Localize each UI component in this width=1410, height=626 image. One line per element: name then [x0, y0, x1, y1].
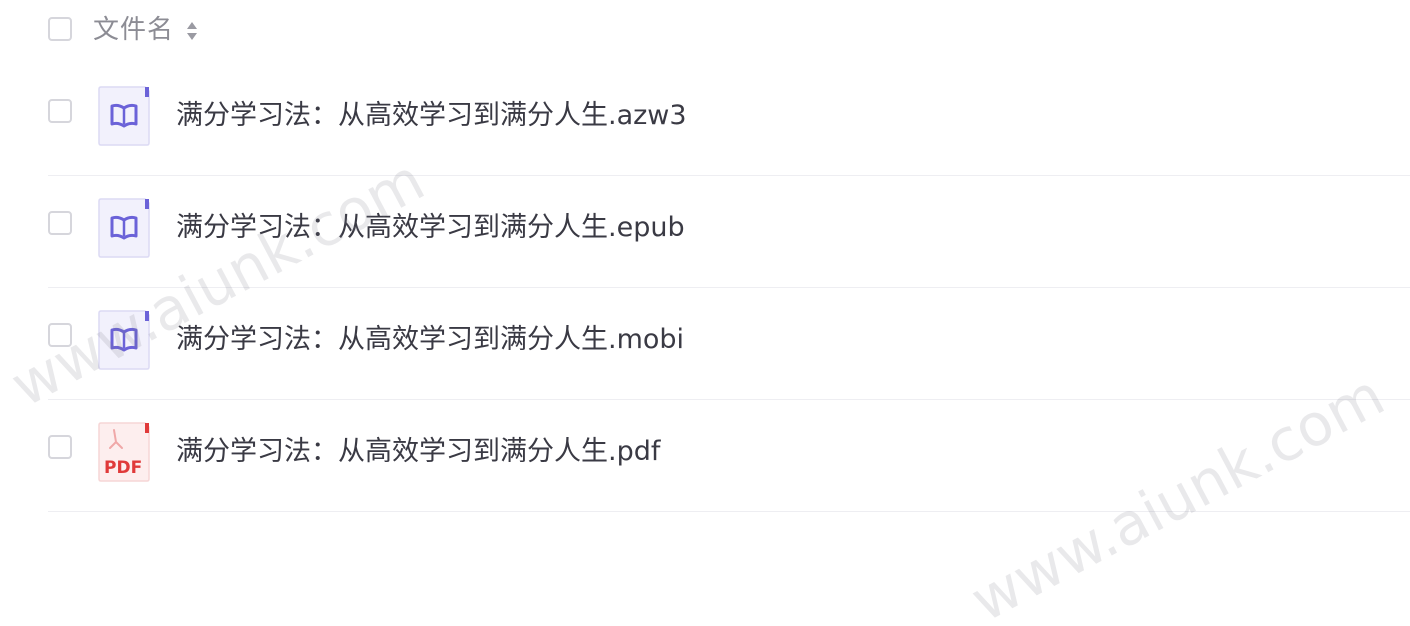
file-row[interactable]: 满分学习法：从高效学习到满分人生.azw3: [0, 64, 1410, 176]
ebook-file-icon: [98, 198, 150, 258]
row-checkbox[interactable]: [48, 323, 72, 347]
file-name[interactable]: 满分学习法：从高效学习到满分人生.mobi: [176, 322, 684, 358]
pdf-file-icon: PDF: [98, 422, 150, 482]
file-row[interactable]: 满分学习法：从高效学习到满分人生.epub: [0, 176, 1410, 288]
file-list-header: 文件名: [0, 0, 1410, 62]
file-name[interactable]: 满分学习法：从高效学习到满分人生.azw3: [176, 98, 687, 134]
sort-icon[interactable]: [185, 19, 199, 43]
ebook-file-icon: [98, 86, 150, 146]
row-divider: [48, 511, 1410, 512]
file-name-column-header[interactable]: 文件名: [93, 13, 174, 47]
row-checkbox[interactable]: [48, 99, 72, 123]
select-all-checkbox[interactable]: [48, 17, 72, 41]
row-checkbox[interactable]: [48, 211, 72, 235]
row-checkbox[interactable]: [48, 435, 72, 459]
file-name[interactable]: 满分学习法：从高效学习到满分人生.epub: [176, 210, 685, 246]
file-name[interactable]: 满分学习法：从高效学习到满分人生.pdf: [176, 434, 660, 470]
file-list-page: 文件名 满分学习法：从高效学习到满分人生.azw3 满分学习法：从高效学习到满分…: [0, 0, 1410, 626]
file-row[interactable]: 满分学习法：从高效学习到满分人生.mobi: [0, 288, 1410, 400]
file-row[interactable]: PDF 满分学习法：从高效学习到满分人生.pdf: [0, 400, 1410, 512]
pdf-icon-label: PDF: [104, 458, 142, 478]
ebook-file-icon: [98, 310, 150, 370]
